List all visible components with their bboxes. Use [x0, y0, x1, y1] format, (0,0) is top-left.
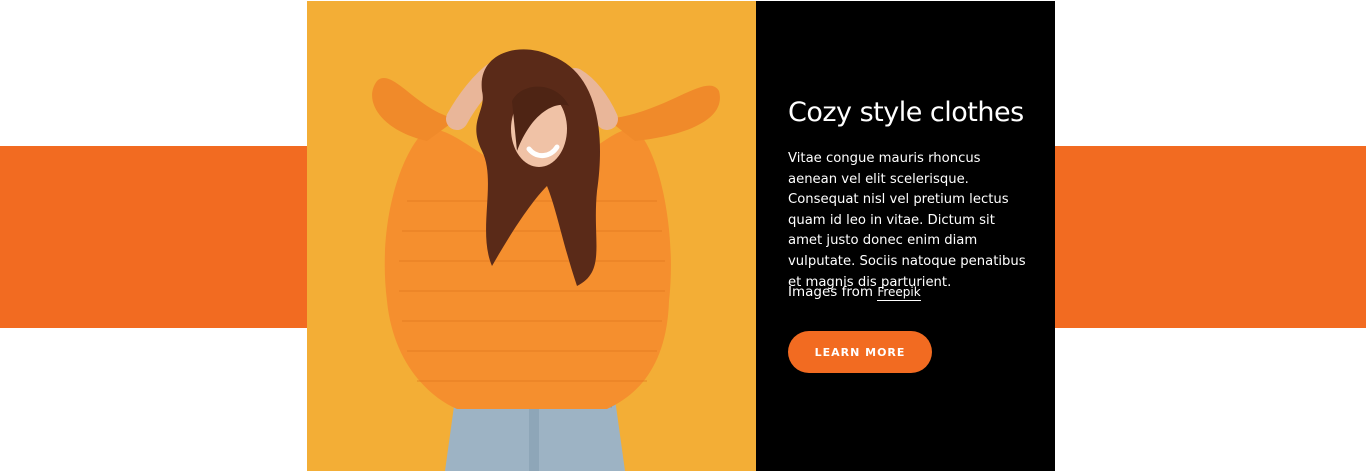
text-panel: Cozy style clothes Vitae congue mauris r… — [756, 1, 1055, 471]
hero-description: Vitae congue mauris rhoncus aenean vel e… — [788, 151, 1026, 290]
woman-in-orange-sweater-photo — [307, 1, 756, 471]
learn-more-label: LEARN MORE — [814, 345, 906, 359]
image-credit: Images from Freepik — [788, 284, 921, 301]
hero-photo — [307, 1, 756, 471]
hero-title: Cozy style clothes — [788, 97, 1024, 128]
learn-more-button[interactable]: LEARN MORE — [788, 331, 932, 373]
credit-prefix: Images from — [788, 284, 874, 300]
freepik-link[interactable]: Freepik — [877, 285, 921, 301]
